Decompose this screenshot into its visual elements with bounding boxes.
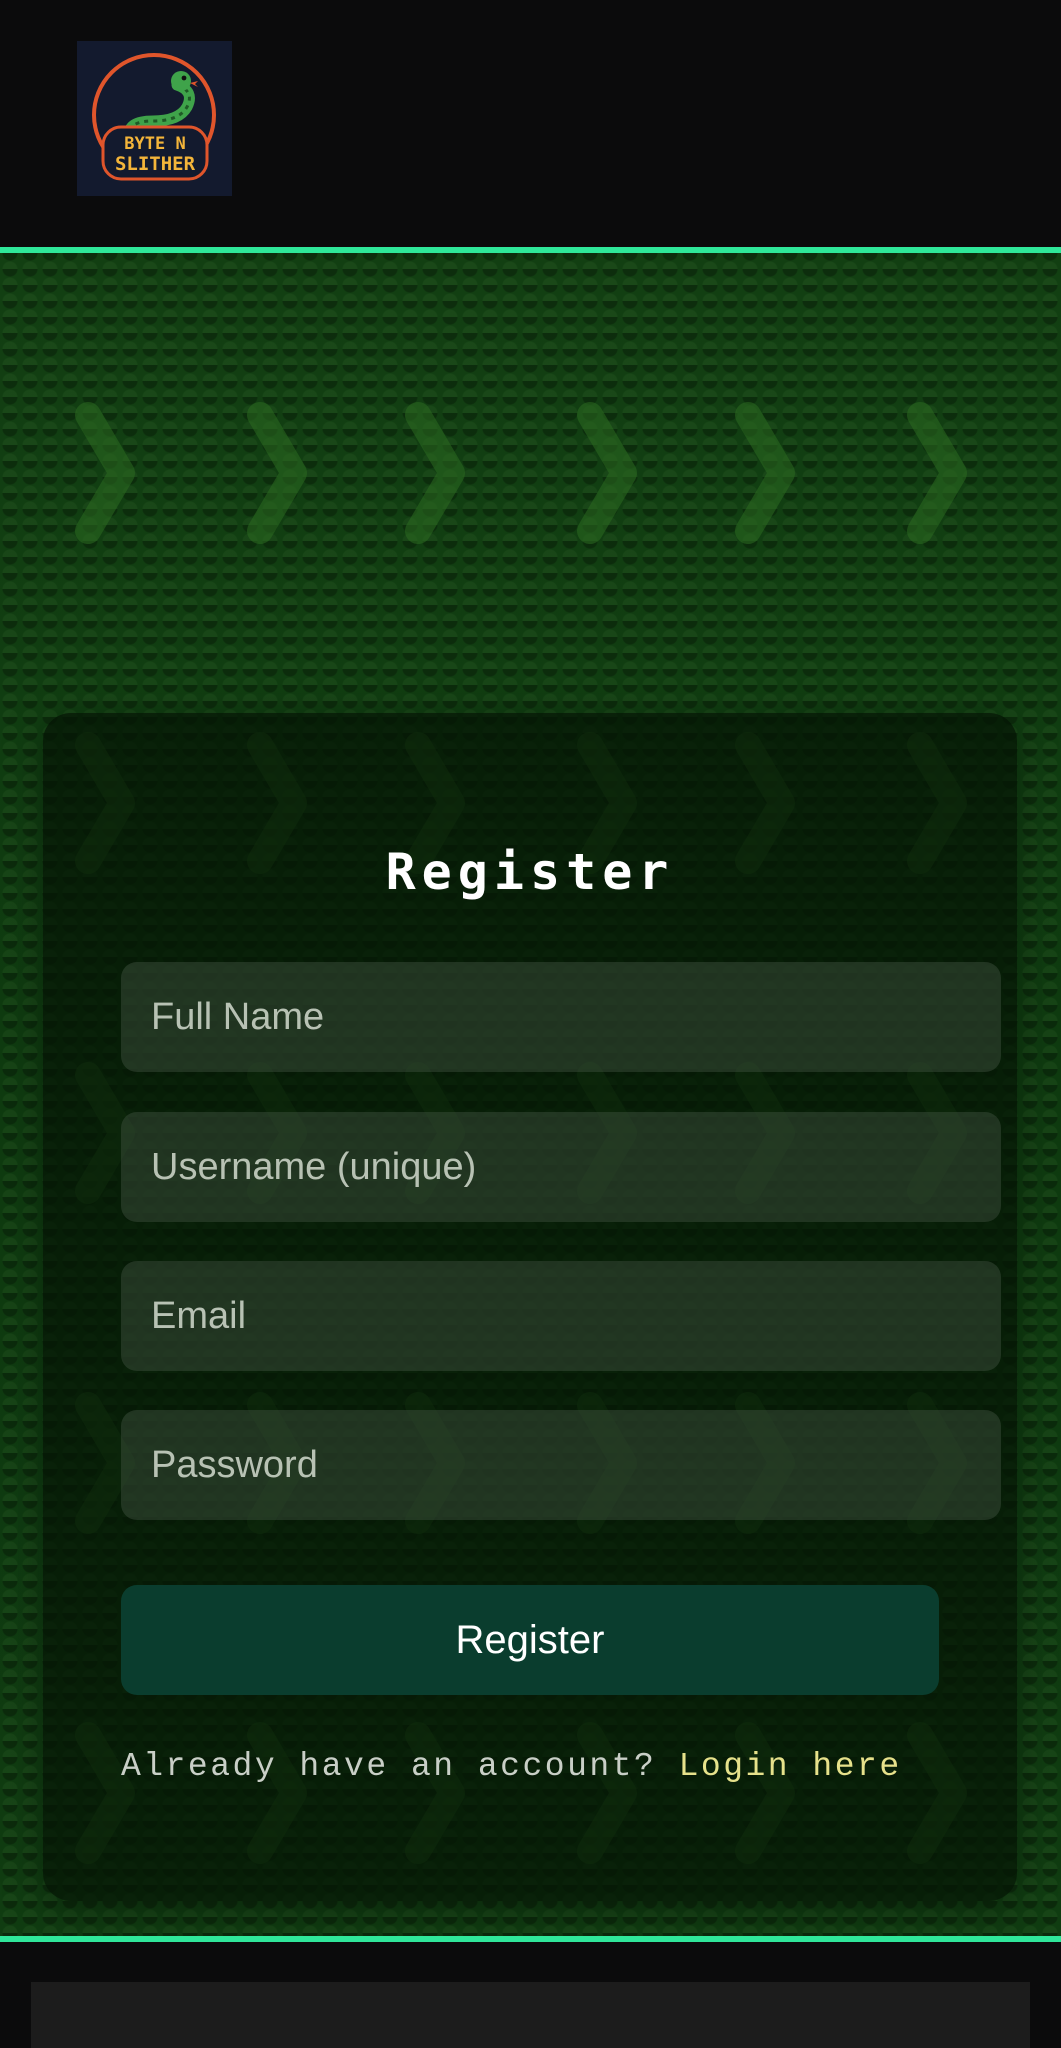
register-card: Register Register Already have an accoun… [43,713,1017,1901]
register-title: Register [385,843,675,901]
email-input[interactable] [121,1261,1001,1371]
login-prompt-text: Already have an account? [121,1748,679,1785]
site-header: BYTE N SLITHER [0,0,1061,247]
logo-text-line1: BYTE N [124,134,185,154]
logo-text-line2: SLITHER [115,153,196,175]
main-area: Register Register Already have an accoun… [0,253,1061,1936]
snake-icon: BYTE N SLITHER [92,53,216,181]
login-prompt: Already have an account? Login here [121,1748,1001,1785]
full-name-input[interactable] [121,962,1001,1072]
password-input[interactable] [121,1410,1001,1520]
login-link[interactable]: Login here [679,1748,902,1785]
register-button[interactable]: Register [121,1585,939,1695]
username-input[interactable] [121,1112,1001,1222]
footer-panel [31,1982,1030,2048]
site-logo[interactable]: BYTE N SLITHER [77,41,232,196]
site-footer [0,1942,1061,2048]
